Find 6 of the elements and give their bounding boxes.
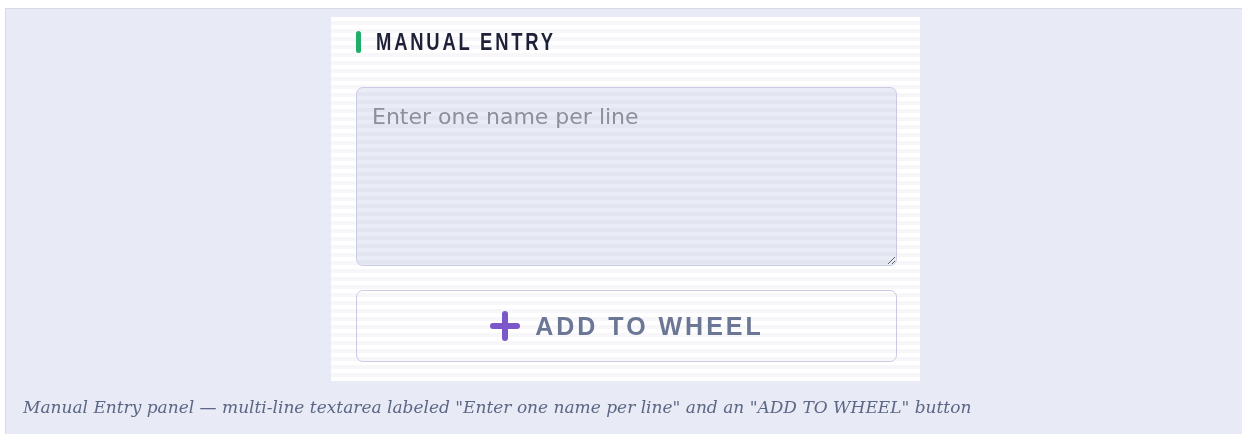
panel-title: MANUAL ENTRY	[376, 28, 556, 56]
names-textarea[interactable]: Enter one name per line	[356, 87, 897, 266]
add-to-wheel-button[interactable]: ADD TO WHEEL	[356, 290, 897, 362]
figure-caption: Manual Entry panel — multi-line textarea labeled "Enter one name per line" and an "ADD TO WHEEL" button	[22, 397, 973, 417]
accent-bar-icon	[356, 31, 361, 53]
plus-icon	[489, 310, 522, 342]
